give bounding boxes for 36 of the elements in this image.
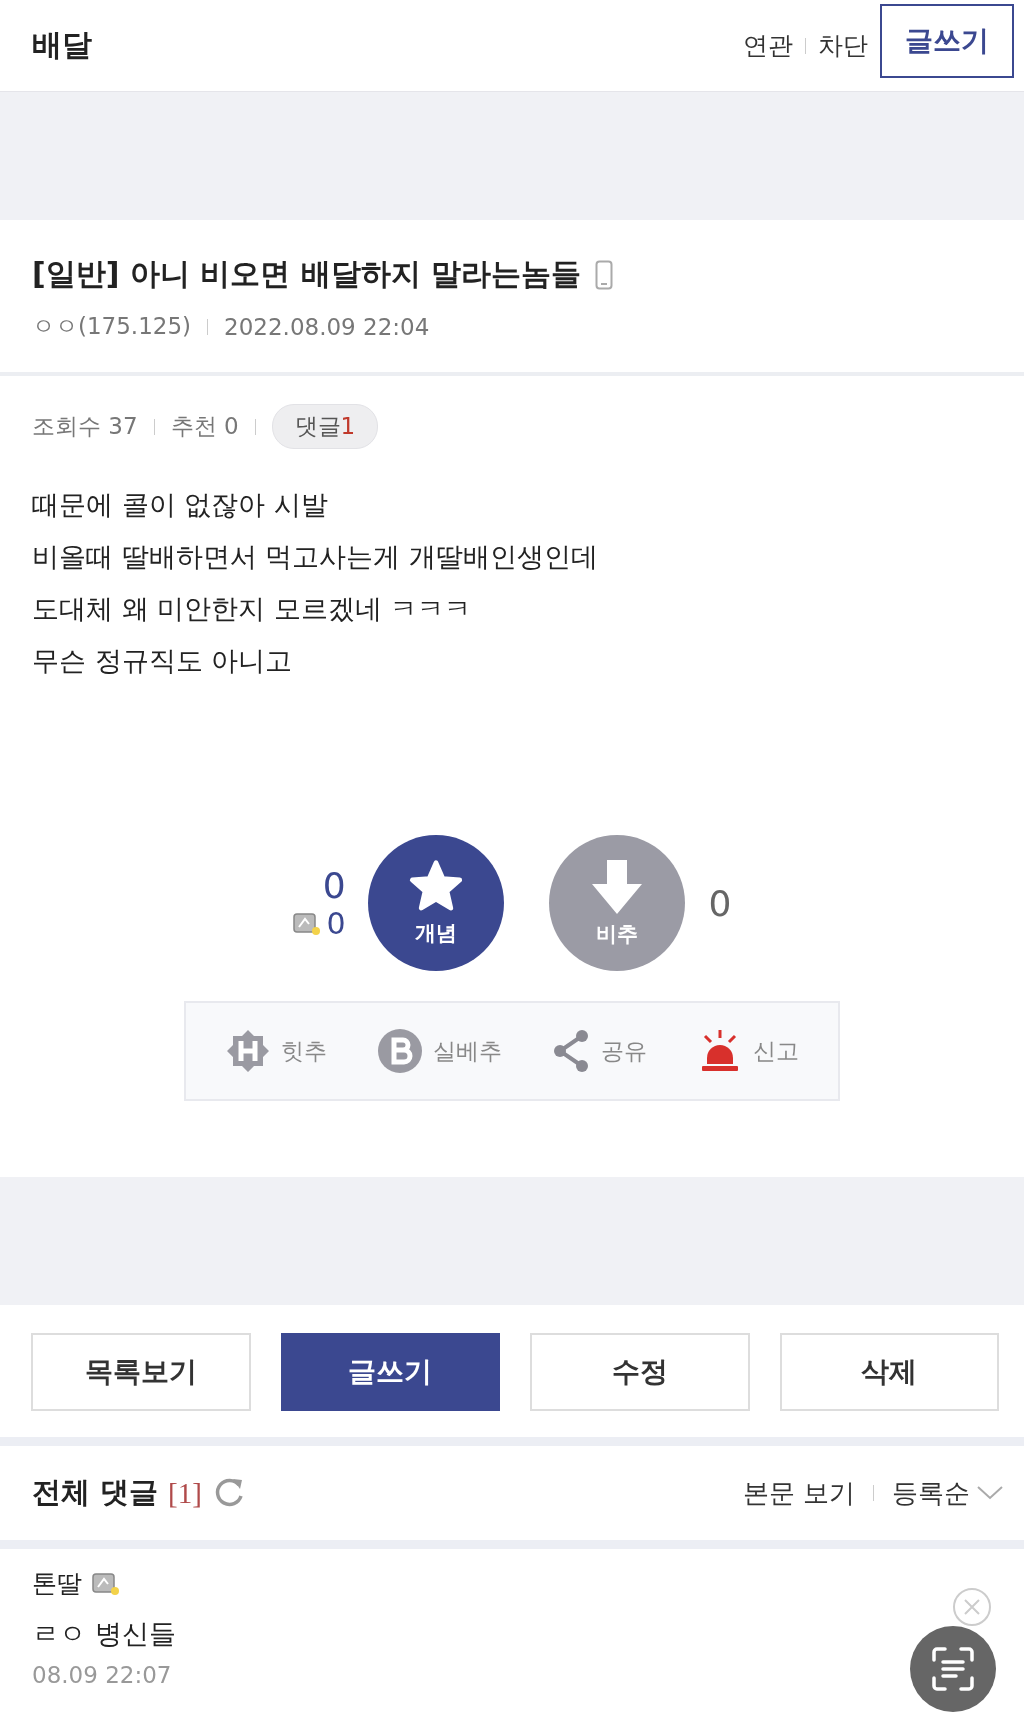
comment-author: 톤딸	[32, 1568, 82, 1600]
body-text-line: 도대체 왜 미안한지 모르겠네 ㅋㅋㅋ	[32, 592, 473, 626]
post-title: [일반] 아니 비오면 배달하지 말라는놈들	[32, 255, 582, 293]
view-post-link[interactable]: 본문 보기	[742, 1475, 855, 1511]
comments-count: [1]	[168, 1476, 202, 1510]
upvote-count: 0	[322, 865, 346, 906]
write-button[interactable]: 글쓰기	[880, 3, 1014, 78]
fixed-upvote-count: 0	[326, 906, 346, 941]
post-action-button[interactable]: 수정	[530, 1333, 750, 1411]
comment-time: 08.09 22:07	[32, 1662, 172, 1688]
post-date: 2022.08.09 22:04	[224, 313, 430, 340]
post-author: ㅇㅇ(175.125)	[32, 312, 192, 341]
post-action-button[interactable]: 삭제	[779, 1333, 999, 1411]
post-stat: 조회수 37	[32, 412, 138, 441]
post-action-button[interactable]: 글쓰기	[280, 1333, 500, 1411]
sort-dropdown[interactable]: 등록순	[892, 1475, 1004, 1511]
post-stat: 추천 0	[170, 412, 239, 441]
header-link[interactable]: 연관	[743, 29, 793, 62]
comment-count-badge[interactable]: 댓글1	[271, 404, 379, 449]
upvote-button[interactable]: 개념	[367, 835, 504, 971]
phone-icon	[595, 259, 614, 290]
close-icon[interactable]	[952, 1587, 992, 1627]
body-text-line: 때문에 콜이 없잖아 시발	[32, 488, 329, 522]
b-badge-icon	[376, 1028, 423, 1074]
body-text-line: 비올때 딸배하면서 먹고사는게 개딸배인생인데	[32, 540, 599, 574]
body-text-line: 무슨 정규직도 아니고	[32, 644, 294, 678]
post-action-button[interactable]: 목록보기	[31, 1333, 251, 1411]
fixed-user-icon	[92, 1571, 120, 1596]
downvote-count: 0	[708, 882, 732, 924]
comments-title: 전체 댓글	[32, 1474, 159, 1511]
down-arrow-icon	[589, 858, 644, 916]
header-link[interactable]: 차단	[818, 29, 868, 62]
comment-text: ㄹㅇ 병신들	[32, 1617, 177, 1651]
chevron-down-icon	[976, 1485, 1004, 1501]
gallery-title: 배달	[32, 26, 92, 64]
fixed-user-icon	[292, 911, 321, 936]
